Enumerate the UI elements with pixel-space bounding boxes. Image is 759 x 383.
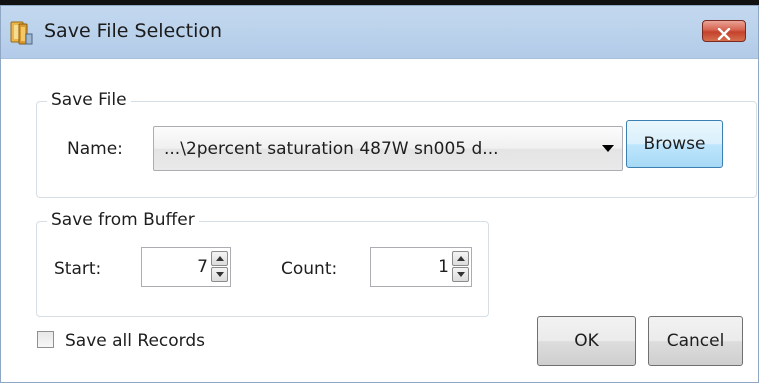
title-bar[interactable]: Save File Selection xyxy=(1,6,758,59)
start-label: Start: xyxy=(54,259,102,279)
app-icon xyxy=(10,20,34,46)
close-icon xyxy=(717,25,731,41)
arrow-down-icon xyxy=(457,272,465,277)
save-file-selection-dialog: Save File Selection Save File Name: ...\… xyxy=(0,5,759,383)
file-name-combobox[interactable]: ...\2percent saturation 487W sn005 d... xyxy=(153,126,623,171)
start-value: 7 xyxy=(197,257,208,277)
arrow-up-icon xyxy=(457,256,465,261)
count-value: 1 xyxy=(438,257,449,277)
save-all-records-label[interactable]: Save all Records xyxy=(65,329,205,353)
dropdown-arrow-icon[interactable] xyxy=(602,145,614,152)
cancel-button[interactable]: Cancel xyxy=(648,316,743,366)
close-button[interactable] xyxy=(702,20,746,42)
count-stepper[interactable]: 1 xyxy=(370,247,472,287)
count-spin-buttons xyxy=(452,251,469,283)
file-name-value: ...\2percent saturation 487W sn005 d... xyxy=(164,139,499,159)
start-spin-buttons xyxy=(211,251,228,283)
save-from-buffer-group-label: Save from Buffer xyxy=(47,208,199,232)
start-increment-button[interactable] xyxy=(211,251,228,266)
count-decrement-button[interactable] xyxy=(452,267,469,282)
save-file-group-label: Save File xyxy=(47,88,131,112)
dialog-title: Save File Selection xyxy=(44,20,223,42)
arrow-down-icon xyxy=(216,272,224,277)
save-all-records-checkbox[interactable] xyxy=(37,331,54,348)
start-decrement-button[interactable] xyxy=(211,267,228,282)
name-label: Name: xyxy=(67,139,123,159)
dialog-body: Save File Name: ...\2percent saturation … xyxy=(15,61,757,381)
count-label: Count: xyxy=(281,259,338,279)
count-increment-button[interactable] xyxy=(452,251,469,266)
ok-button[interactable]: OK xyxy=(537,316,636,366)
arrow-up-icon xyxy=(216,256,224,261)
browse-button[interactable]: Browse xyxy=(626,120,723,168)
start-stepper[interactable]: 7 xyxy=(141,247,231,287)
